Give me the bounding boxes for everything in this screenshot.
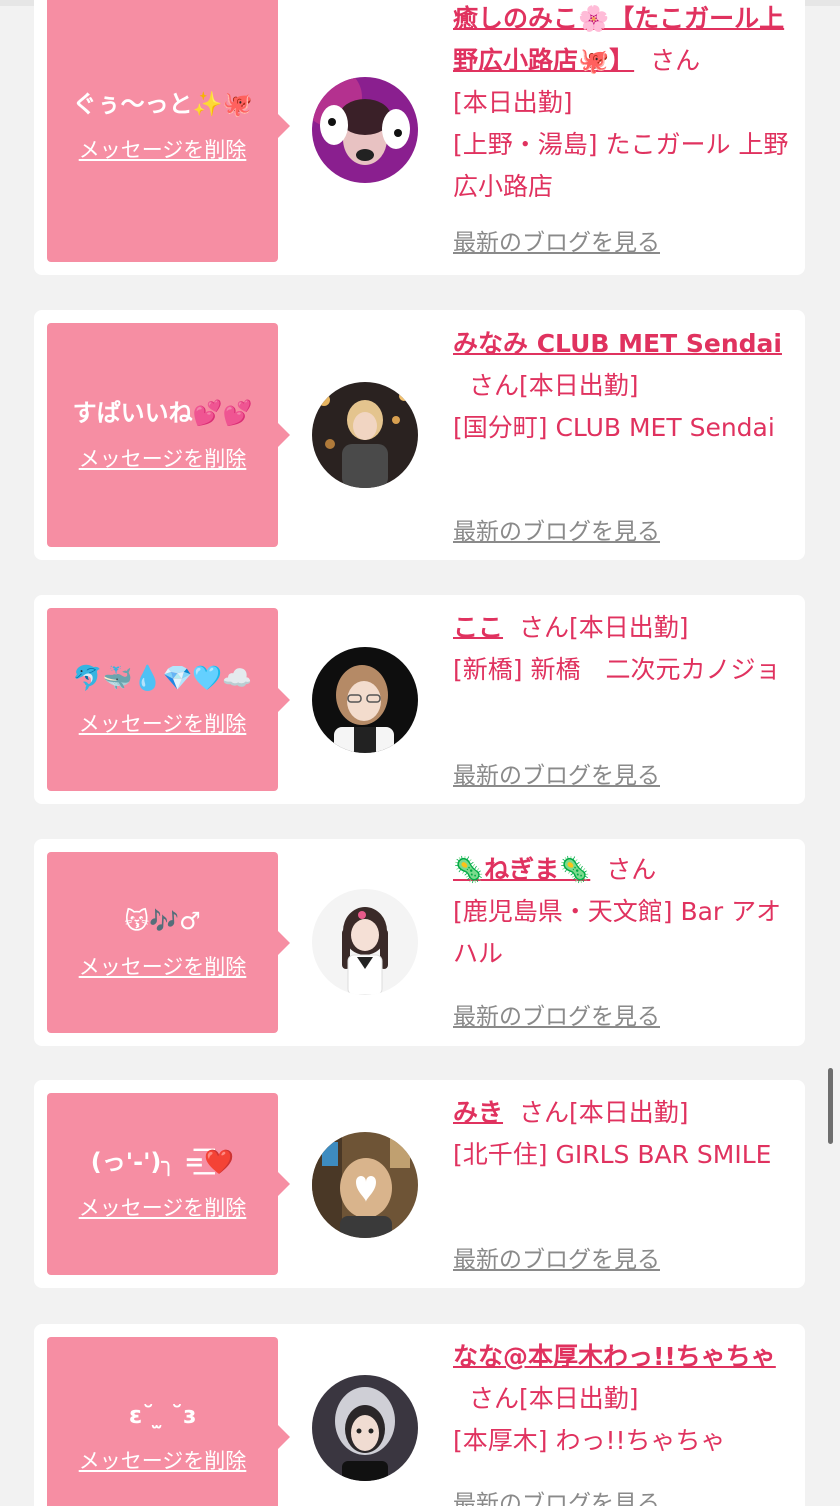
avatar-photo [312,1375,418,1481]
avatar[interactable] [312,1132,418,1238]
message-text: ɛ˘ ̫ ˘ɜ [128,1401,197,1429]
entry-info: ここ さん[本日出勤] [新橋] 新橋 二次元カノジョ [453,607,793,691]
shop-area: [国分町] CLUB MET Sendai [453,413,775,442]
message-text: 😽🎶♂ [124,906,201,935]
message-text: すぱいいね💕💕 [72,399,253,427]
message-feed: ぐぅ〜っと✨🐙 メッセージを削除 癒しのみこ🌸【たこガール上野広小路店🐙】 さん … [0,0,840,1506]
cast-name-link[interactable]: みき [453,1098,503,1127]
message-bubble: すぱいいね💕💕 メッセージを削除 [47,323,290,547]
cast-name-link[interactable]: なな@本厚木わっ!!ちゃちゃ [453,1342,776,1371]
message-bubble: 😽🎶♂ メッセージを削除 [47,852,290,1033]
shop-area: [北千住] GIRLS BAR SMILE [453,1140,772,1169]
delete-message-link[interactable]: メッセージを削除 [79,1192,247,1222]
message-bubble: 🐬🐳💧💎🩵☁️ メッセージを削除 [47,608,290,791]
message-card: ぐぅ〜っと✨🐙 メッセージを削除 癒しのみこ🌸【たこガール上野広小路店🐙】 さん … [34,0,805,275]
delete-message-link[interactable]: メッセージを削除 [79,951,247,981]
avatar[interactable] [312,647,418,753]
latest-blog-link[interactable]: 最新のブログを見る [453,1240,660,1274]
message-bubble: (っ'-')╮ =͟͟͞͞❤️ メッセージを削除 [47,1093,290,1275]
message-card: すぱいいね💕💕 メッセージを削除 みなみ CLUB MET Sendai さん[本… [34,310,805,560]
entry-info: みき さん[本日出勤] [北千住] GIRLS BAR SMILE [453,1092,793,1176]
avatar[interactable] [312,382,418,488]
scrollbar-thumb[interactable] [828,1068,833,1144]
attendance-status: [本日出勤] [519,371,639,400]
avatar[interactable] [312,77,418,183]
attendance-status: [本日出勤] [569,613,689,642]
delete-message-link[interactable]: メッセージを削除 [79,443,247,473]
avatar[interactable] [312,1375,418,1481]
entry-info: 🦠ねぎま🦠 さん [鹿児島県・天文館] Bar アオハル [453,849,793,975]
message-card: ɛ˘ ̫ ˘ɜ メッセージを削除 なな@本厚木わっ!!ちゃちゃさん[本日出勤] … [34,1324,805,1506]
attendance-status: [本日出勤] [453,88,573,117]
honorific: さん [519,1098,570,1127]
entry-info: なな@本厚木わっ!!ちゃちゃさん[本日出勤] [本厚木] わっ!!ちゃちゃ [453,1336,793,1462]
shop-area: [新橋] 新橋 二次元カノジョ [453,655,781,684]
message-text: (っ'-')╮ =͟͟͞͞❤️ [90,1148,235,1176]
message-card: 😽🎶♂ メッセージを削除 🦠ねぎま🦠 さん [鹿児島県・天文館] Bar アオハル… [34,839,805,1046]
entry-info: みなみ CLUB MET Sendai さん[本日出勤] [国分町] CLUB M… [453,323,793,449]
entry-info: 癒しのみこ🌸【たこガール上野広小路店🐙】 さん [本日出勤] [上野・湯島] たこ… [453,0,793,208]
attendance-status: [本日出勤] [519,1384,639,1413]
delete-message-link[interactable]: メッセージを削除 [79,708,247,738]
message-card: 🐬🐳💧💎🩵☁️ メッセージを削除 ここ さん[本日出勤] [新橋] 新橋 二次元カ… [34,595,805,804]
latest-blog-link[interactable]: 最新のブログを見る [453,756,660,790]
message-text: 🐬🐳💧💎🩵☁️ [72,663,253,692]
message-bubble: ぐぅ〜っと✨🐙 メッセージを削除 [47,0,290,262]
honorific: さん [606,855,657,884]
cast-name-link[interactable]: みなみ CLUB MET Sendai [453,329,782,358]
shop-area: [上野・湯島] たこガール 上野広小路店 [453,130,789,201]
avatar-photo [312,889,418,995]
honorific: さん [519,613,570,642]
latest-blog-link[interactable]: 最新のブログを見る [453,997,660,1031]
delete-message-link[interactable]: メッセージを削除 [79,134,247,164]
avatar-photo [312,647,418,753]
honorific: さん [650,46,701,75]
latest-blog-link[interactable]: 最新のブログを見る [453,1484,660,1506]
message-bubble: ɛ˘ ̫ ˘ɜ メッセージを削除 [47,1337,290,1506]
message-text: ぐぅ〜っと✨🐙 [72,90,253,118]
honorific: さん [469,371,520,400]
latest-blog-link[interactable]: 最新のブログを見る [453,512,660,546]
shop-area: [本厚木] わっ!!ちゃちゃ [453,1426,726,1455]
delete-message-link[interactable]: メッセージを削除 [79,1445,247,1475]
message-card: (っ'-')╮ =͟͟͞͞❤️ メッセージを削除 みき さん[本日出勤] [北千住… [34,1080,805,1288]
attendance-status: [本日出勤] [569,1098,689,1127]
honorific: さん [469,1384,520,1413]
avatar-photo [312,1132,418,1238]
cast-name-link[interactable]: ここ [453,613,503,642]
avatar[interactable] [312,889,418,995]
cast-name-link[interactable]: 🦠ねぎま🦠 [453,855,590,884]
shop-area: [鹿児島県・天文館] Bar アオハル [453,897,782,968]
latest-blog-link[interactable]: 最新のブログを見る [453,223,660,257]
avatar-photo [312,77,418,183]
avatar-photo [312,382,418,488]
cast-name-link[interactable]: 癒しのみこ🌸【たこガール上野広小路店🐙】 [453,4,784,75]
